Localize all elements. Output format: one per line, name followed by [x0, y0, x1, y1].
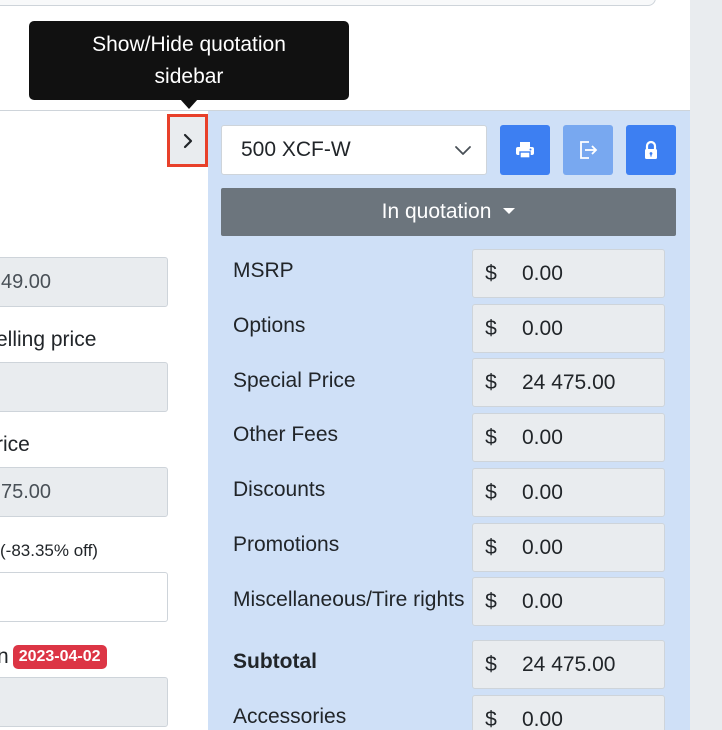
date-row: n 2023-04-02 [0, 644, 107, 670]
printer-icon [516, 142, 534, 159]
currency-addon: $ [472, 304, 510, 353]
date-label: n [0, 645, 9, 668]
row-label-msrp: MSRP [233, 259, 294, 282]
currency-addon: $ [472, 640, 510, 689]
row-label-discounts: Discounts [233, 478, 326, 501]
subtotal-field[interactable]: 24 475.00 [509, 640, 665, 689]
row-label-promotions: Promotions [233, 533, 340, 556]
tooltip-line-1: Show/Hide quotation [92, 33, 286, 56]
chevron-down-icon [455, 146, 471, 155]
other-fees-field[interactable]: 0.00 [509, 413, 665, 462]
export-icon [580, 141, 598, 159]
row-label-miscellaneous: Miscellaneous/Tire rights [233, 588, 465, 611]
currency-addon: $ [472, 413, 510, 462]
selling-price-field[interactable] [0, 362, 168, 412]
lock-button[interactable] [626, 125, 676, 175]
selling-price-label: elling price [0, 328, 97, 351]
date-badge: 2023-04-02 [12, 645, 107, 669]
options-field[interactable]: 0.00 [509, 304, 665, 353]
currency-addon: $ [472, 249, 510, 298]
currency-addon: $ [472, 468, 510, 517]
promotions-field[interactable]: 0.00 [509, 523, 665, 572]
tooltip-line-2: sidebar [154, 65, 224, 88]
price-label: rice [0, 433, 30, 456]
discount-field[interactable] [0, 572, 168, 622]
row-label-options: Options [233, 314, 306, 337]
special-price-field[interactable]: 75.00 [0, 467, 168, 517]
row-label-other-fees: Other Fees [233, 423, 339, 446]
status-label: In quotation [381, 200, 492, 223]
msrp-field[interactable]: 0.00 [509, 249, 665, 298]
currency-addon: $ [472, 695, 510, 730]
row-label-subtotal: Subtotal [233, 650, 317, 673]
print-button[interactable] [500, 125, 550, 175]
accessories-field[interactable]: 0.00 [509, 695, 665, 730]
tooltip: Show/Hide quotation sidebar [29, 21, 349, 100]
sidebar-toggle-button[interactable] [167, 114, 208, 167]
scrollbar-track[interactable] [690, 0, 722, 730]
lock-icon [645, 140, 657, 159]
status-dropdown-button[interactable]: In quotation [221, 188, 676, 236]
export-button[interactable] [563, 125, 613, 175]
row-label-accessories: Accessories [233, 705, 347, 728]
price-field[interactable]: 49.00 [0, 257, 168, 307]
miscellaneous-field[interactable]: 0.00 [509, 577, 665, 626]
model-select[interactable]: 500 XCF-W [221, 125, 487, 175]
top-input-field[interactable] [0, 0, 656, 6]
discount-note: (-83.35% off) [0, 541, 98, 560]
chevron-right-icon [183, 133, 192, 148]
date-field[interactable] [0, 677, 168, 727]
discounts-field[interactable]: 0.00 [509, 468, 665, 517]
quotation-page: 49.00 elling price rice 75.00 (-83.35% o… [0, 0, 722, 730]
currency-addon: $ [472, 523, 510, 572]
tooltip-arrow [180, 99, 198, 109]
caret-down-icon [503, 208, 516, 214]
currency-addon: $ [472, 358, 510, 407]
row-label-special-price: Special Price [233, 369, 356, 392]
currency-addon: $ [472, 577, 510, 626]
special-price-total-field[interactable]: 24 475.00 [509, 358, 665, 407]
model-select-value: 500 XCF-W [241, 138, 351, 161]
